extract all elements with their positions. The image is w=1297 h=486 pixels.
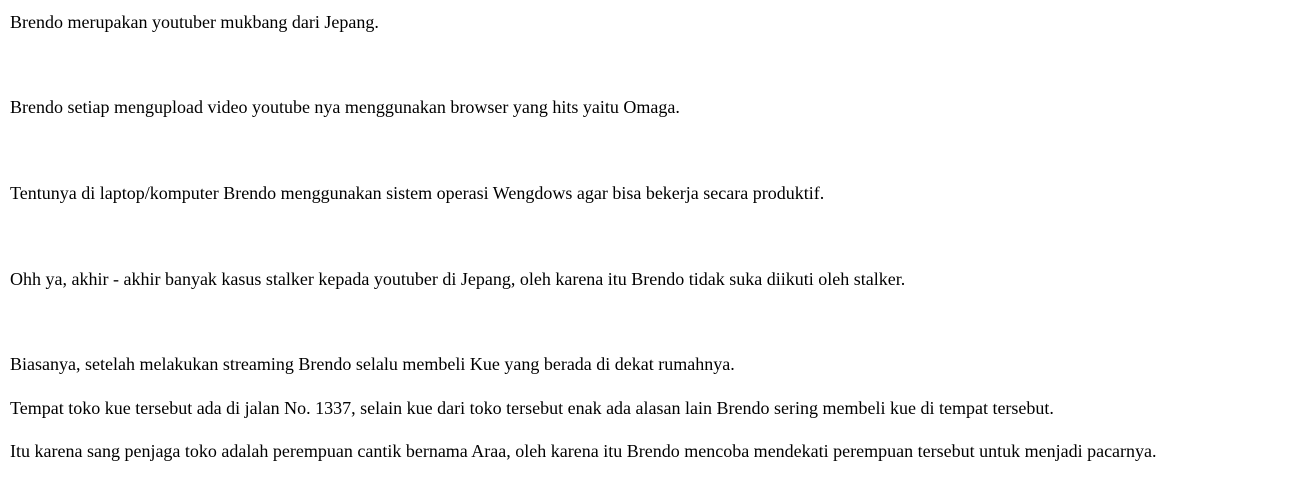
paragraph-browser: Brendo setiap mengupload video youtube n… [10, 97, 680, 117]
paragraph-stalker: Ohh ya, akhir - akhir banyak kasus stalk… [10, 269, 906, 289]
paragraph-cake-shop: Biasanya, setelah melakukan streaming Br… [10, 354, 735, 374]
paragraph-youtuber-intro: Brendo merupakan youtuber mukbang dari J… [10, 12, 379, 32]
paragraph-operating-system: Tentunya di laptop/komputer Brendo mengg… [10, 183, 825, 203]
paragraph-shopkeeper: Itu karena sang penjaga toko adalah pere… [10, 441, 1157, 461]
paragraph-shop-address: Tempat toko kue tersebut ada di jalan No… [10, 398, 1054, 418]
